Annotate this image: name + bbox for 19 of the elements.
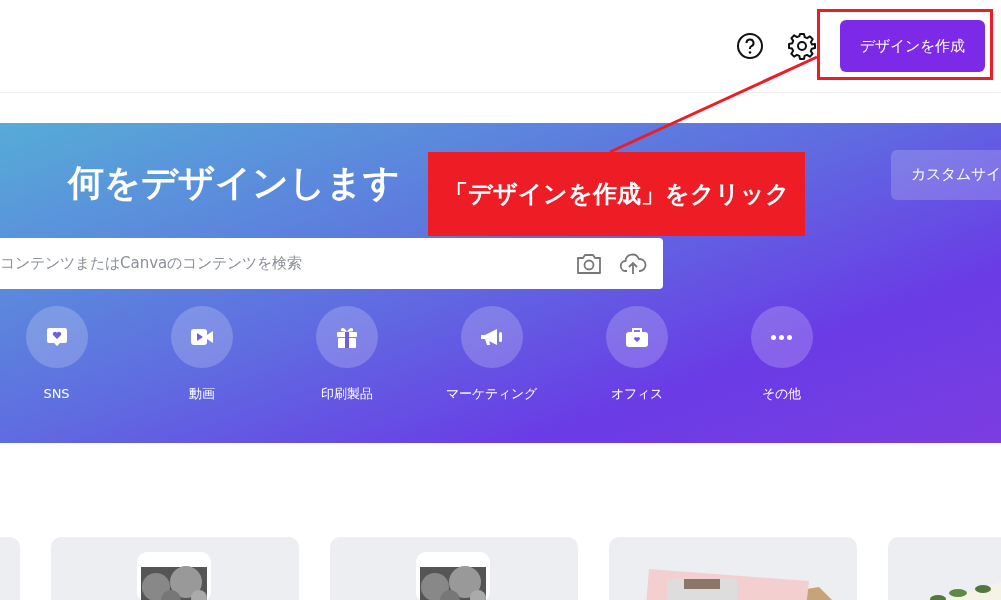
settings-icon[interactable] [788, 32, 816, 60]
custom-size-button[interactable]: カスタムサイ [891, 149, 1001, 200]
hero-title: 何をデザインします [68, 161, 400, 205]
category-label[interactable]: マーケティング [446, 384, 537, 404]
category-label[interactable]: 印刷製品 [320, 384, 373, 404]
camera-icon[interactable] [575, 251, 603, 276]
category-label[interactable]: その他 [762, 384, 801, 404]
help-icon[interactable] [736, 32, 764, 60]
template-card[interactable] [51, 537, 299, 600]
template-card[interactable] [609, 537, 857, 600]
category-label[interactable]: SNS [43, 384, 70, 404]
upload-icon[interactable] [619, 251, 647, 276]
category-label[interactable]: 動画 [188, 384, 215, 404]
search-field[interactable]: コンテンツまたはCanvaのコンテンツを検索 [0, 238, 663, 290]
create-design-button[interactable]: デザインを作成 [840, 20, 985, 72]
annotation-callout: 「デザインを作成」をクリック [428, 152, 805, 236]
category-label[interactable]: オフィス [610, 384, 663, 404]
template-card[interactable] [330, 537, 578, 600]
more-icon [771, 334, 792, 340]
